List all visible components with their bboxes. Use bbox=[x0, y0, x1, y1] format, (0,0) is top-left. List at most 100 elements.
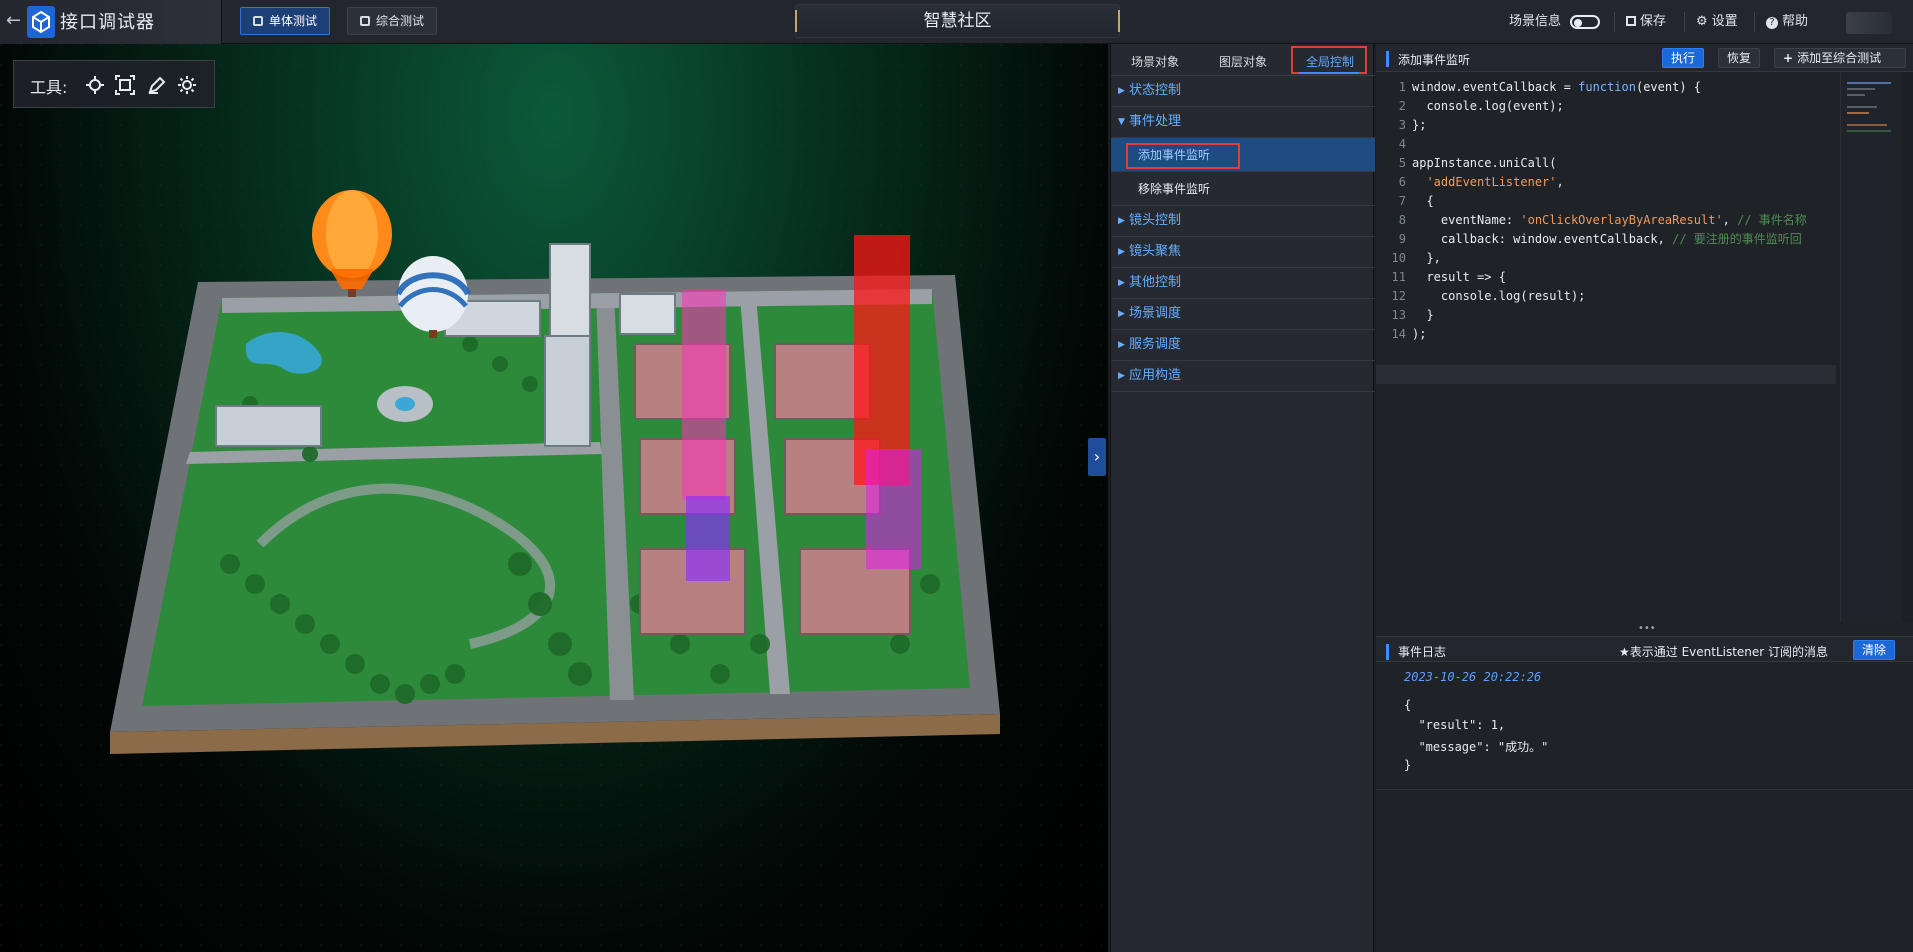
code-line: 'addEventListener', bbox=[1426, 175, 1564, 189]
line-number: 5 bbox=[1398, 156, 1406, 170]
back-arrow-icon[interactable]: ← bbox=[6, 10, 24, 32]
highlight-box bbox=[1126, 143, 1240, 169]
line-number: 14 bbox=[1391, 327, 1406, 341]
scene-info-label: 场景信息 bbox=[1509, 14, 1562, 29]
toolbox-label: 工具: bbox=[30, 78, 68, 97]
line-number: 8 bbox=[1398, 213, 1406, 227]
code-line: console.log(result); bbox=[1412, 289, 1586, 303]
run-button[interactable]: 执行 bbox=[1662, 48, 1705, 68]
tab-label: 综合测试 bbox=[376, 14, 425, 28]
tree-subitem-add-event-listener[interactable]: 添加事件监听 bbox=[1111, 138, 1375, 172]
divider bbox=[1614, 12, 1615, 32]
divider bbox=[1754, 12, 1755, 32]
code-line: result => { bbox=[1412, 270, 1506, 284]
tab-single-test[interactable]: 单体测试 bbox=[240, 7, 331, 35]
tree-item-other-control[interactable]: ▶ 其他控制 bbox=[1111, 268, 1375, 299]
line-number: 9 bbox=[1398, 232, 1406, 246]
caret-right-icon: ▶ bbox=[1118, 371, 1125, 381]
tree-item-label: 事件处理 bbox=[1129, 114, 1182, 129]
divider bbox=[1684, 12, 1685, 32]
log-timestamp: 2023-10-26 20:22:26 bbox=[1404, 670, 1542, 684]
cube-icon bbox=[253, 16, 263, 26]
line-number: 4 bbox=[1398, 137, 1406, 151]
tab-scene-objects[interactable]: 场景对象 bbox=[1131, 53, 1179, 70]
log-line: "result": 1, bbox=[1404, 718, 1506, 732]
line-number: 2 bbox=[1398, 99, 1406, 113]
code-minimap[interactable] bbox=[1840, 72, 1900, 622]
line-number: 13 bbox=[1391, 308, 1406, 322]
tree-item-label: 状态控制 bbox=[1129, 83, 1182, 98]
tab-layer-objects[interactable]: 图层对象 bbox=[1219, 53, 1267, 70]
header-accent bbox=[1386, 51, 1389, 67]
tree-subitem-label: 移除事件监听 bbox=[1138, 182, 1211, 196]
code-scrollbar[interactable] bbox=[1902, 72, 1913, 622]
tree-item-camera-focus[interactable]: ▶ 镜头聚焦 bbox=[1111, 237, 1375, 268]
add-to-combo-label: 添加至综合测试 bbox=[1797, 51, 1882, 65]
pen-icon[interactable] bbox=[146, 74, 168, 96]
log-line: "message": "成功。" bbox=[1404, 740, 1549, 754]
tree-subitem-remove-event-listener[interactable]: 移除事件监听 bbox=[1111, 172, 1375, 206]
settings-button[interactable]: ⚙ 设置 bbox=[1696, 10, 1738, 29]
tree-item-event-handling[interactable]: ▼ 事件处理 bbox=[1111, 107, 1375, 138]
event-log-note: ★表示通过 EventListener 订阅的消息 bbox=[1619, 645, 1829, 659]
frame-icon[interactable] bbox=[114, 74, 136, 96]
code-line: }, bbox=[1412, 251, 1441, 265]
collapse-right-panel-button[interactable]: › bbox=[1088, 438, 1106, 476]
tree-item-label: 服务调度 bbox=[1129, 337, 1182, 352]
help-icon: ? bbox=[1766, 17, 1778, 29]
scene-title: 智慧社区 bbox=[795, 4, 1120, 38]
caret-right-icon: ▶ bbox=[1118, 216, 1125, 226]
caret-right-icon: ▶ bbox=[1118, 86, 1125, 96]
code-editor[interactable]: 1 window.eventCallback = function(event)… bbox=[1376, 72, 1836, 622]
gear-icon: ⚙ bbox=[1696, 14, 1708, 29]
tab-label: 单体测试 bbox=[269, 14, 318, 28]
log-line: { bbox=[1404, 698, 1412, 712]
settings-label: 设置 bbox=[1711, 14, 1738, 29]
code-header: 添加事件监听 执行 恢复 + 添加至综合测试 bbox=[1376, 44, 1913, 72]
restore-button[interactable]: 恢复 bbox=[1718, 48, 1761, 68]
help-button[interactable]: ? 帮助 bbox=[1766, 10, 1808, 29]
save-icon bbox=[1626, 16, 1636, 26]
tab-combined-test[interactable]: 综合测试 bbox=[347, 7, 438, 35]
code-title: 添加事件监听 bbox=[1398, 53, 1471, 67]
save-button[interactable]: 保存 bbox=[1626, 10, 1666, 29]
caret-right-icon: ▶ bbox=[1118, 247, 1125, 257]
tree-item-label: 其他控制 bbox=[1129, 275, 1182, 290]
user-avatar[interactable] bbox=[1846, 12, 1892, 34]
caret-right-icon: ▶ bbox=[1118, 278, 1125, 288]
tree-item-service-dispatch[interactable]: ▶ 服务调度 bbox=[1111, 330, 1375, 361]
plus-icon: + bbox=[1783, 51, 1794, 65]
event-log-empty-area bbox=[1376, 790, 1913, 952]
line-number: 7 bbox=[1398, 194, 1406, 208]
middle-tabs: 场景对象 图层对象 全局控制 bbox=[1111, 44, 1375, 76]
line-number: 1 bbox=[1398, 80, 1406, 94]
code-line: { bbox=[1412, 194, 1434, 208]
tree-item-label: 场景调度 bbox=[1129, 306, 1182, 321]
locate-icon[interactable] bbox=[84, 74, 106, 96]
event-log-body[interactable]: 2023-10-26 20:22:26 { "result": 1, "mess… bbox=[1376, 662, 1913, 790]
tree-item-label: 镜头控制 bbox=[1129, 213, 1182, 228]
tree-item-camera-control[interactable]: ▶ 镜头控制 bbox=[1111, 206, 1375, 237]
tree-item-scene-dispatch[interactable]: ▶ 场景调度 bbox=[1111, 299, 1375, 330]
scene-viewport[interactable]: 工具: › bbox=[0, 44, 1108, 952]
scene-info-toggle[interactable] bbox=[1570, 15, 1600, 29]
app-logo-icon bbox=[27, 6, 55, 38]
code-line: callback: window.eventCallback, // 要注册的事… bbox=[1412, 232, 1802, 246]
community-3d-map[interactable] bbox=[0, 44, 1108, 952]
header-accent bbox=[1386, 644, 1389, 660]
code-line: }; bbox=[1412, 118, 1427, 132]
log-line: } bbox=[1404, 758, 1412, 772]
add-to-combo-button[interactable]: + 添加至综合测试 bbox=[1774, 48, 1906, 68]
layers-icon bbox=[360, 16, 370, 26]
line-number: 10 bbox=[1391, 251, 1406, 265]
line-number: 3 bbox=[1398, 118, 1406, 132]
caret-right-icon: ▶ bbox=[1118, 309, 1125, 319]
highlight-box bbox=[1291, 46, 1367, 74]
tree-item-state-control[interactable]: ▶ 状态控制 bbox=[1111, 76, 1375, 107]
clear-log-button[interactable]: 清除 bbox=[1853, 640, 1896, 660]
toolbox: 工具: bbox=[13, 60, 215, 108]
gear-icon[interactable] bbox=[176, 74, 198, 96]
caret-down-icon: ▼ bbox=[1118, 117, 1125, 127]
tree-item-app-build[interactable]: ▶ 应用构造 bbox=[1111, 361, 1375, 392]
splitter-handle[interactable]: ••• bbox=[1638, 624, 1656, 634]
